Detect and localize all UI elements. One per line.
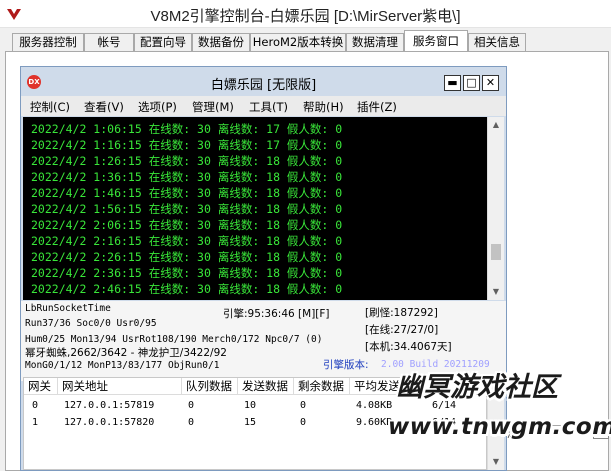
menu-help[interactable]: 帮助(H) xyxy=(303,99,344,115)
cell-send: 10 xyxy=(244,400,257,411)
tab-account[interactable]: 帐号 xyxy=(84,33,134,52)
log-line: 2022/4/2 2:16:15 在线数: 30 离线数: 18 假人数: 0 xyxy=(31,234,343,248)
menu-tools[interactable]: 工具(T) xyxy=(249,99,288,115)
cell-remain: 0 xyxy=(300,400,307,411)
tab-strip: 服务器控制 帐号 配置向导 数据备份 HeroM2版本转换 数据清理 服务窗口 … xyxy=(0,28,611,52)
log-line: 2022/4/2 1:26:15 在线数: 30 离线数: 18 假人数: 0 xyxy=(31,154,343,168)
log-line: 2022/4/2 1:56:15 在线数: 30 离线数: 18 假人数: 0 xyxy=(31,202,343,216)
engine-window-title: 白嫖乐园 [无限版] xyxy=(210,78,317,93)
log-line: 2022/4/2 2:06:15 在线数: 30 离线数: 18 假人数: 0 xyxy=(31,218,343,232)
close-button[interactable]: ✕ xyxy=(482,75,499,91)
cell-avg: 4.08KB xyxy=(356,400,393,411)
engine-time: 引擎:95:36:46 [M][F] xyxy=(223,308,330,320)
cell-avg: 9.60KB xyxy=(356,417,393,428)
scroll-up-icon[interactable]: ▲ xyxy=(488,117,504,133)
window-title: V8M2引擎控制台-白嫖乐园 [D:\MirServer紫电\] xyxy=(150,8,461,25)
col-send[interactable]: 发送数据 xyxy=(238,378,294,395)
log-line: 2022/4/2 2:46:15 在线数: 30 离线数: 18 假人数: 0 xyxy=(31,282,343,296)
log-line: 2022/4/2 2:36:15 在线数: 30 离线数: 18 假人数: 0 xyxy=(31,266,343,280)
cell-gateway: 0 xyxy=(32,400,39,411)
tab-config-wizard[interactable]: 配置向导 xyxy=(134,33,192,52)
engine-version-label: 引擎版本: xyxy=(323,359,369,371)
socket-time-label: LbRunSocketTime xyxy=(25,303,111,314)
run-stats: Run37/36 Soc0/0 Usr0/95 xyxy=(25,318,157,329)
tab-data-backup[interactable]: 数据备份 xyxy=(192,33,250,52)
online-count: [在线:27/27/0] xyxy=(365,324,439,336)
cell-gateway: 1 xyxy=(32,417,39,428)
minimize-button[interactable]: ▬ xyxy=(444,75,461,91)
cell-address: 127.0.0.1:57820 xyxy=(64,417,155,428)
col-remaining[interactable]: 剩余数据 xyxy=(294,378,350,395)
menu-manage[interactable]: 管理(M) xyxy=(192,99,234,115)
log-scroll-thumb[interactable] xyxy=(491,244,501,260)
menu-control[interactable]: 控制(C) xyxy=(30,99,70,115)
local-uptime: [本机:34.4067天] xyxy=(365,341,452,353)
maximize-button[interactable]: □ xyxy=(463,75,480,91)
log-line: 2022/4/2 2:26:15 在线数: 30 离线数: 18 假人数: 0 xyxy=(31,250,343,264)
mon-gen-stats: MonG0/1/12 MonP13/83/177 ObjRun0/1 xyxy=(25,360,220,371)
cell-send: 15 xyxy=(244,417,257,428)
tab-service-window[interactable]: 服务窗口 xyxy=(404,30,468,52)
engine-window: DX 白嫖乐园 [无限版] ▬ □ ✕ 控制(C) 查看(V) 选项(P) 管理… xyxy=(20,66,507,471)
cell-remain: 0 xyxy=(300,417,307,428)
col-address[interactable]: 网关地址 xyxy=(58,378,182,395)
log-console[interactable]: 2022/4/2 1:06:15 在线数: 30 离线数: 17 假人数: 0 … xyxy=(23,117,487,300)
tab-about[interactable]: 相关信息 xyxy=(468,33,526,52)
tab-data-clean[interactable]: 数据清理 xyxy=(346,33,404,52)
tab-herom2-convert[interactable]: HeroM2版本转换 xyxy=(250,33,346,52)
log-line: 2022/4/2 1:16:15 在线数: 30 离线数: 17 假人数: 0 xyxy=(31,138,343,152)
log-line: 2022/4/2 1:06:15 在线数: 30 离线数: 17 假人数: 0 xyxy=(31,122,343,136)
title-bar: V8M2引擎控制台-白嫖乐园 [D:\MirServer紫电\] xyxy=(0,0,611,28)
menu-view[interactable]: 查看(V) xyxy=(84,99,124,115)
cell-queue: 0 xyxy=(188,400,195,411)
col-queue[interactable]: 队列数据 xyxy=(182,378,238,395)
engine-title-bar: DX 白嫖乐园 [无限版] ▬ □ ✕ xyxy=(21,67,506,95)
cell-queue: 0 xyxy=(188,417,195,428)
refresh-monster-count: [刷怪:187292] xyxy=(365,307,438,319)
menu-plugins[interactable]: 插件(Z) xyxy=(357,99,397,115)
scroll-down-icon[interactable]: ▼ xyxy=(488,284,504,300)
col-gateway[interactable]: 网关 xyxy=(24,378,58,395)
cell-address: 127.0.0.1:57819 xyxy=(64,400,155,411)
log-line: 2022/4/2 1:36:15 在线数: 30 离线数: 18 假人数: 0 xyxy=(31,170,343,184)
log-line: 2022/4/2 1:46:15 在线数: 30 离线数: 18 假人数: 0 xyxy=(31,186,343,200)
menu-options[interactable]: 选项(P) xyxy=(138,99,177,115)
monster-info: 幂牙蜘蛛,2662/3642 - 神龙护卫/3422/92 xyxy=(25,347,227,359)
watermark-title: 幽冥游戏社区 xyxy=(396,372,558,403)
menu-bar: 控制(C) 查看(V) 选项(P) 管理(M) 工具(T) 帮助(H) 插件(Z… xyxy=(21,96,506,116)
scroll-down-icon[interactable]: ▼ xyxy=(488,454,504,470)
hum-stats: Hum0/25 Mon13/94 UsrRot108/190 Merch0/17… xyxy=(25,334,323,345)
watermark-url: www.tnwgm.com xyxy=(388,414,611,440)
log-scrollbar[interactable]: ▲ ▼ xyxy=(487,117,504,300)
tab-server-control[interactable]: 服务器控制 xyxy=(12,33,84,52)
